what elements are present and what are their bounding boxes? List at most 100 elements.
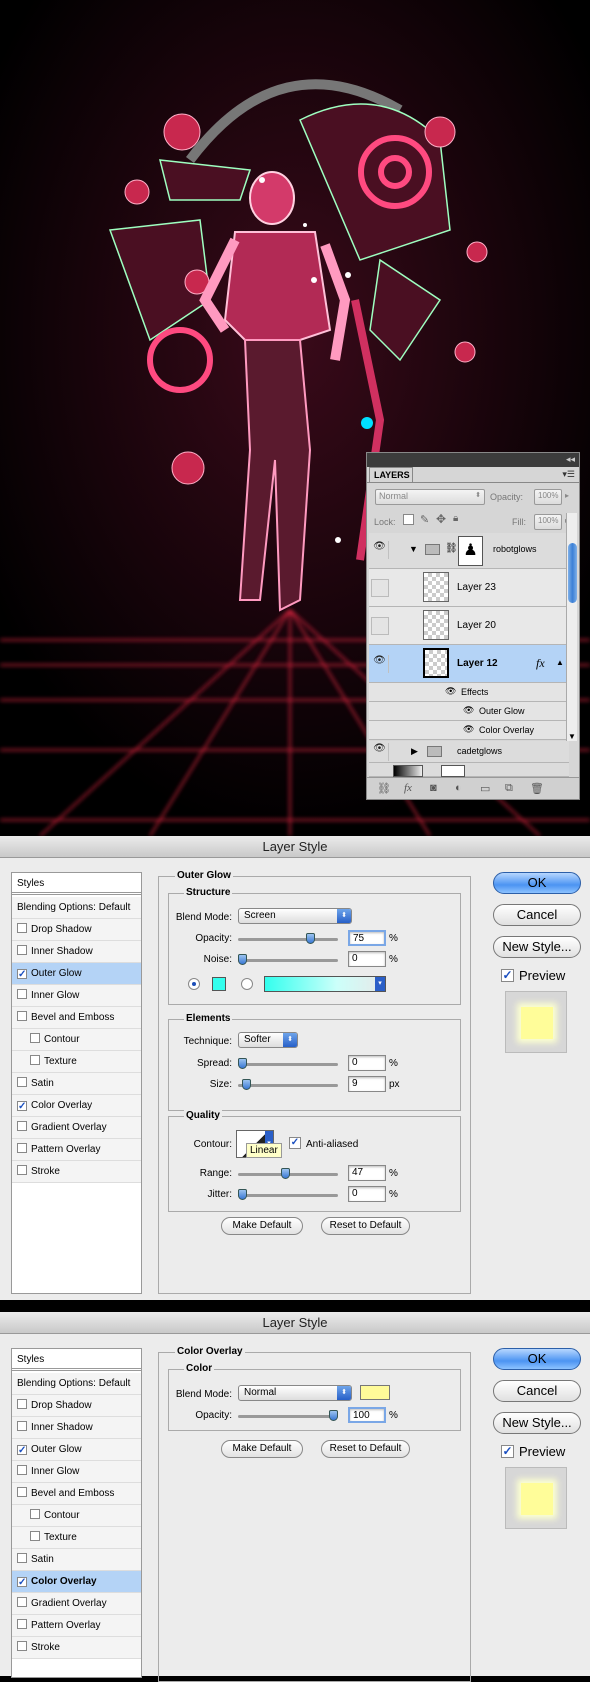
- new-style-button[interactable]: New Style...: [493, 936, 581, 958]
- checkbox-checked[interactable]: ✓: [17, 1101, 27, 1112]
- style-contour[interactable]: Contour: [12, 1029, 141, 1051]
- checkbox[interactable]: [17, 1553, 27, 1563]
- checkbox-checked[interactable]: ✓: [17, 1445, 27, 1456]
- layer-row-partial[interactable]: [369, 763, 569, 777]
- checkbox[interactable]: [30, 1531, 40, 1541]
- layer-row-20[interactable]: Layer 20: [369, 607, 569, 645]
- range-slider[interactable]: [238, 1168, 338, 1179]
- new-style-button[interactable]: New Style...: [493, 1412, 581, 1434]
- checkbox[interactable]: [17, 1399, 27, 1409]
- style-satin[interactable]: Satin: [12, 1073, 141, 1095]
- fx-icon[interactable]: fx: [536, 656, 545, 671]
- visibility-toggle[interactable]: [371, 617, 389, 635]
- new-group-icon[interactable]: ▭: [480, 782, 490, 795]
- make-default-button[interactable]: Make Default: [221, 1217, 303, 1235]
- gradient-dropdown-icon[interactable]: ▾: [375, 977, 385, 991]
- checkbox-checked[interactable]: ✓: [17, 1577, 27, 1588]
- checkbox[interactable]: [17, 1619, 27, 1629]
- checkbox[interactable]: [17, 1421, 27, 1431]
- make-default-button[interactable]: Make Default: [221, 1440, 303, 1458]
- style-bevel-emboss[interactable]: Bevel and Emboss: [12, 1483, 141, 1505]
- range-input[interactable]: 47: [348, 1165, 386, 1181]
- link-layers-icon[interactable]: ⛓︎: [377, 782, 391, 795]
- fx-add-icon[interactable]: fx: [404, 782, 412, 794]
- disclosure-closed-icon[interactable]: ▶: [411, 746, 418, 757]
- slider-knob[interactable]: [329, 1410, 338, 1421]
- collapse-icon[interactable]: ◂◂: [566, 454, 575, 465]
- slider-knob[interactable]: [238, 1058, 247, 1069]
- style-inner-shadow[interactable]: Inner Shadow: [12, 1417, 141, 1439]
- size-input[interactable]: 9: [348, 1076, 386, 1092]
- jitter-slider[interactable]: [238, 1189, 338, 1200]
- cancel-button[interactable]: Cancel: [493, 904, 581, 926]
- slider-knob[interactable]: [238, 1189, 247, 1200]
- checkbox[interactable]: [17, 1465, 27, 1475]
- blending-options[interactable]: Blending Options: Default: [12, 897, 141, 919]
- checkbox[interactable]: [17, 923, 27, 933]
- visibility-toggle[interactable]: [371, 579, 389, 597]
- opacity-arrow-icon[interactable]: ▸: [565, 491, 569, 500]
- color-overlay-eye-icon[interactable]: 👁︎: [463, 724, 474, 735]
- panel-menu-icon[interactable]: ▾☰: [562, 469, 575, 480]
- checkbox-checked[interactable]: ✓: [17, 969, 27, 980]
- trash-icon[interactable]: 🗑︎: [530, 782, 544, 795]
- style-pattern-overlay[interactable]: Pattern Overlay: [12, 1139, 141, 1161]
- lock-image-icon[interactable]: ✎: [420, 513, 429, 526]
- checkbox[interactable]: [17, 989, 27, 999]
- blend-mode-popup[interactable]: Screen ⬍: [238, 908, 352, 924]
- effects-row[interactable]: 👁︎ Effects: [369, 683, 569, 702]
- checkbox[interactable]: [17, 1165, 27, 1175]
- noise-input[interactable]: 0: [348, 951, 386, 967]
- scroll-thumb[interactable]: [568, 543, 577, 603]
- opacity-slider[interactable]: [238, 933, 338, 944]
- fill-field[interactable]: 100%: [534, 514, 562, 530]
- reset-default-button[interactable]: Reset to Default: [321, 1440, 410, 1458]
- style-drop-shadow[interactable]: Drop Shadow: [12, 919, 141, 941]
- adjustment-layer-icon[interactable]: ◐: [455, 782, 462, 794]
- noise-slider[interactable]: [238, 954, 338, 965]
- checkbox[interactable]: [17, 1641, 27, 1651]
- gradient-picker[interactable]: ▾: [264, 976, 386, 992]
- slider-knob[interactable]: [241, 1079, 251, 1090]
- checkbox[interactable]: [17, 1011, 27, 1021]
- lock-transparent-icon[interactable]: [403, 514, 414, 525]
- style-outer-glow[interactable]: ✓ Outer Glow: [12, 963, 141, 985]
- styles-header[interactable]: Styles: [12, 1349, 141, 1371]
- style-color-overlay[interactable]: ✓ Color Overlay: [12, 1095, 141, 1117]
- opacity-slider[interactable]: [238, 1410, 338, 1421]
- eye-icon[interactable]: 👁︎: [371, 655, 389, 673]
- jitter-input[interactable]: 0: [348, 1186, 386, 1202]
- lock-position-icon[interactable]: ✥: [436, 512, 446, 526]
- checkbox[interactable]: [17, 1143, 27, 1153]
- layers-scrollbar[interactable]: ▼: [566, 513, 577, 741]
- tab-layers[interactable]: LAYERS: [369, 467, 413, 482]
- eye-icon[interactable]: 👁︎: [371, 541, 389, 559]
- size-slider[interactable]: [238, 1079, 338, 1090]
- lock-all-icon[interactable]: 🔒︎: [453, 513, 458, 524]
- layer-row-12[interactable]: 👁︎ Layer 12 fx ▲: [369, 645, 569, 683]
- opacity-input[interactable]: 100: [348, 1407, 386, 1423]
- effect-outer-glow[interactable]: 👁︎ Outer Glow: [369, 702, 569, 721]
- checkbox[interactable]: [17, 1487, 27, 1497]
- style-color-overlay[interactable]: ✓ Color Overlay: [12, 1571, 141, 1593]
- checkbox[interactable]: [30, 1055, 40, 1065]
- blend-mode-select[interactable]: Normal ⬍: [375, 489, 485, 505]
- style-texture[interactable]: Texture: [12, 1051, 141, 1073]
- gradient-radio[interactable]: [241, 978, 253, 990]
- layer-row-cadetglows[interactable]: 👁︎ ▶ cadetglows: [369, 741, 569, 763]
- layer-row-robotglows[interactable]: 👁︎ ▼ ⛓︎ ♟︎ robotglows: [369, 533, 569, 569]
- glow-color-swatch[interactable]: [212, 977, 226, 991]
- checkbox[interactable]: [30, 1509, 40, 1519]
- style-gradient-overlay[interactable]: Gradient Overlay: [12, 1593, 141, 1615]
- style-satin[interactable]: Satin: [12, 1549, 141, 1571]
- eye-icon[interactable]: 👁︎: [371, 743, 389, 761]
- ok-button[interactable]: OK: [493, 1348, 581, 1370]
- anti-aliased-checkbox[interactable]: ✓: [289, 1137, 301, 1149]
- new-layer-icon[interactable]: ⧉: [505, 782, 513, 795]
- cancel-button[interactable]: Cancel: [493, 1380, 581, 1402]
- preview-checkbox[interactable]: ✓: [501, 969, 514, 982]
- ok-button[interactable]: OK: [493, 872, 581, 894]
- style-contour[interactable]: Contour: [12, 1505, 141, 1527]
- checkbox[interactable]: [17, 1597, 27, 1607]
- layer-row-23[interactable]: Layer 23: [369, 569, 569, 607]
